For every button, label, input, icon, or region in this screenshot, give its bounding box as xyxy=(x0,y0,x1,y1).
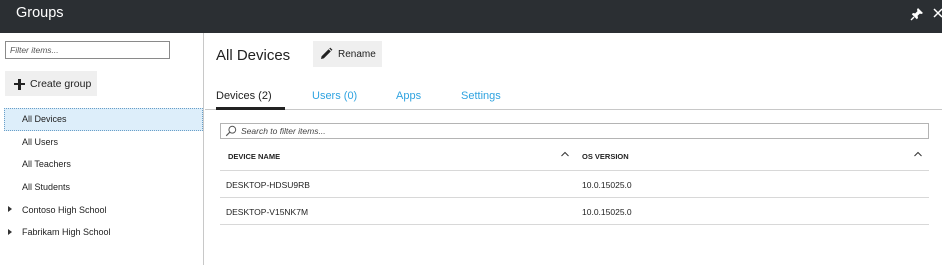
device-name-cell: DESKTOP-V15NK7M xyxy=(226,207,309,217)
search-icon xyxy=(225,125,237,137)
os-version-cell: 10.0.15025.0 xyxy=(582,207,632,217)
pencil-icon xyxy=(321,47,333,59)
tree-item-label: All Students xyxy=(22,182,71,193)
tree-item-all-users[interactable]: All Users xyxy=(0,131,204,154)
device-name-cell: DESKTOP-HDSU9RB xyxy=(226,180,310,190)
create-group-label: Create group xyxy=(30,77,92,90)
tree-item-all-teachers[interactable]: All Teachers xyxy=(0,153,204,176)
tree-item-label: Contoso High School xyxy=(22,204,107,215)
filter-input[interactable] xyxy=(5,41,170,59)
tab-users[interactable]: Users (0) xyxy=(312,90,357,102)
table-row[interactable]: DESKTOP-V15NK7M 10.0.15025.0 xyxy=(220,198,929,225)
active-tab-indicator xyxy=(216,107,285,110)
tree-item-fabrikam-high-school[interactable]: Fabrikam High School xyxy=(0,221,204,244)
sort-chevron-up-icon[interactable] xyxy=(913,150,923,158)
tab-apps[interactable]: Apps xyxy=(396,90,421,102)
table-header: DEVICE NAME OS VERSION xyxy=(220,141,929,171)
title-bar: Groups xyxy=(0,0,942,33)
page-title: All Devices xyxy=(216,47,291,64)
tree-item-all-devices[interactable]: All Devices xyxy=(4,108,203,131)
rename-button[interactable]: Rename xyxy=(313,41,382,67)
devices-table: DEVICE NAME OS VERSION DESKTOP-HDSU9RB 1… xyxy=(220,141,929,225)
groups-pane: Create group All Devices All Users All T… xyxy=(0,33,204,265)
sort-chevron-up-icon[interactable] xyxy=(560,150,570,158)
plus-icon xyxy=(9,74,29,94)
table-row[interactable]: DESKTOP-HDSU9RB 10.0.15025.0 xyxy=(220,171,929,198)
tree-item-label: Fabrikam High School xyxy=(22,227,111,238)
tab-bar: Devices (2) Users (0) Apps Settings xyxy=(205,84,942,110)
expand-arrow-icon[interactable] xyxy=(8,228,12,235)
search-box[interactable] xyxy=(220,123,929,139)
tree-item-label: All Users xyxy=(22,136,59,147)
rename-label: Rename xyxy=(338,48,376,60)
column-header-os-version[interactable]: OS VERSION xyxy=(582,152,629,161)
tree-item-label: All Teachers xyxy=(22,159,71,170)
os-version-cell: 10.0.15025.0 xyxy=(582,180,632,190)
window-title: Groups xyxy=(16,5,64,21)
tree-item-all-students[interactable]: All Students xyxy=(0,176,204,199)
tab-devices[interactable]: Devices (2) xyxy=(216,90,272,102)
search-input[interactable] xyxy=(241,126,901,136)
tab-settings[interactable]: Settings xyxy=(461,90,501,102)
group-detail-pane: All Devices Rename Devices (2) Users (0)… xyxy=(205,33,942,265)
create-group-button[interactable]: Create group xyxy=(5,71,97,96)
group-tree: All Devices All Users All Teachers All S… xyxy=(0,108,204,244)
tree-item-label: All Devices xyxy=(22,114,67,125)
pin-icon[interactable] xyxy=(909,6,925,22)
tree-item-contoso-high-school[interactable]: Contoso High School xyxy=(0,198,204,221)
close-icon[interactable] xyxy=(932,5,942,21)
expand-arrow-icon[interactable] xyxy=(8,206,12,213)
column-header-device-name[interactable]: DEVICE NAME xyxy=(228,152,280,161)
